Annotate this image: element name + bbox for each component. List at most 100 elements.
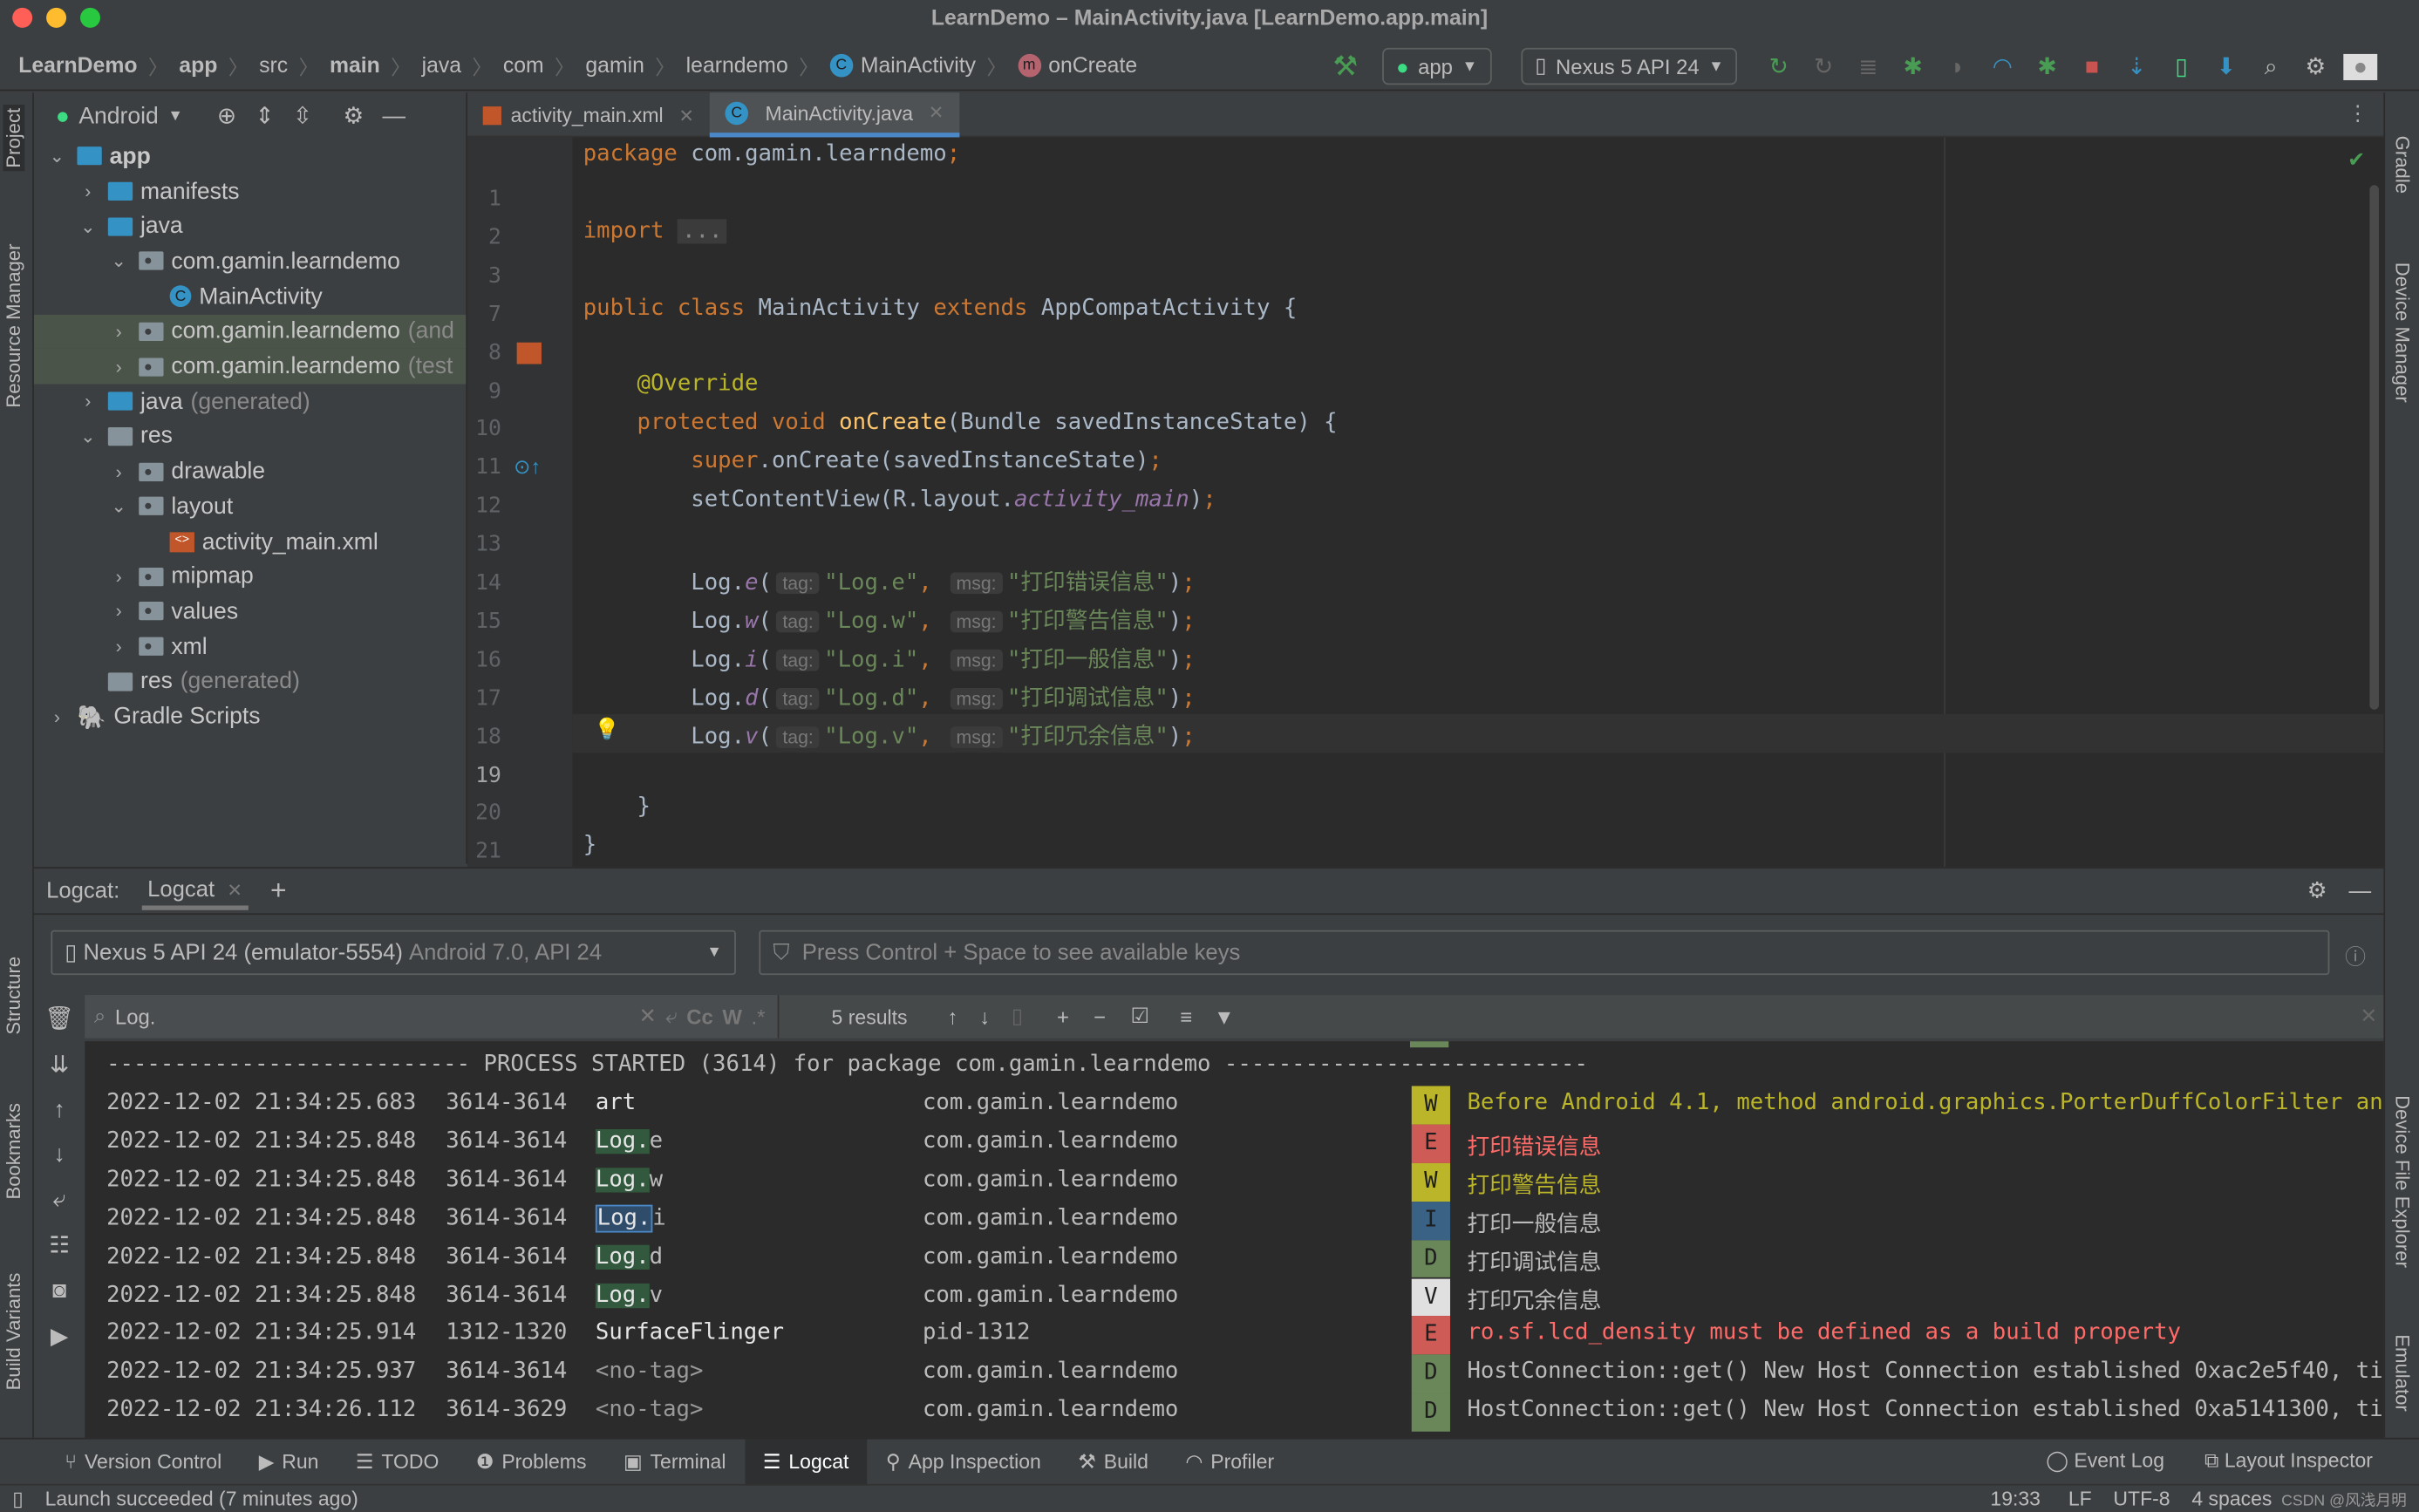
remove-occurrence-icon[interactable]: −: [1094, 1005, 1106, 1029]
code-line[interactable]: Log.e(tag: "Log.e", msg: "打印错误信息");: [583, 564, 1195, 596]
new-line-icon[interactable]: ⤶: [665, 1005, 677, 1029]
tree-item[interactable]: ⌄ com.gamin.learndemo: [34, 244, 466, 279]
log-row[interactable]: 2022-12-02 21:34:25.848 3614-3614 Log.d com…: [85, 1239, 2383, 1278]
chevron-down-icon[interactable]: ⌄: [108, 250, 130, 272]
tool-window-button[interactable]: ▶ Run: [240, 1439, 337, 1485]
chevron-right-icon[interactable]: ›: [77, 391, 99, 412]
log-row[interactable]: 2022-12-02 21:34:25.848 3614-3614 Log. i com…: [85, 1201, 2383, 1240]
breadcrumb-item[interactable]: src: [259, 52, 288, 77]
breadcrumb-item[interactable]: com: [503, 52, 544, 77]
apply-code-changes-icon[interactable]: ↻: [1807, 52, 1841, 80]
words-icon[interactable]: W: [722, 1005, 742, 1029]
coverage-icon[interactable]: ◗: [1941, 53, 1975, 79]
help-icon[interactable]: ⓘ: [2345, 939, 2366, 970]
code-line[interactable]: Log.v(tag: "Log.v", msg: "打印冗余信息");: [583, 719, 1195, 751]
override-marker-icon[interactable]: ⊙↑: [514, 455, 541, 480]
settings-icon[interactable]: ⚙: [2307, 879, 2327, 903]
screenshot-icon[interactable]: ◙: [52, 1277, 66, 1304]
sdk-manager-icon[interactable]: ⬇: [2209, 52, 2243, 80]
device-manager-icon[interactable]: ▯: [2164, 52, 2198, 80]
line-separator[interactable]: LF: [2068, 1487, 2092, 1510]
hide-panel-icon[interactable]: —: [2349, 879, 2372, 903]
chevron-down-icon[interactable]: ⌄: [46, 146, 68, 167]
tree-item[interactable]: res (generated): [34, 664, 466, 699]
tree-item[interactable]: › mipmap: [34, 559, 466, 594]
match-case-icon[interactable]: Cc: [686, 1005, 713, 1029]
code-line[interactable]: @Override: [583, 372, 758, 397]
previous-occurrence-icon[interactable]: ↑: [53, 1097, 65, 1123]
device-select[interactable]: ▯ Nexus 5 API 24 (emulator-5554) Android…: [51, 930, 736, 976]
minimize-window-button[interactable]: [46, 7, 67, 28]
logcat-search-input[interactable]: ⌕ Log. ✕ ⤶ Cc W .*: [85, 995, 780, 1039]
chevron-down-icon[interactable]: ⌄: [108, 495, 130, 517]
tree-item[interactable]: ⌄ res: [34, 419, 466, 453]
tool-window-button[interactable]: ◠ Profiler: [1167, 1439, 1292, 1485]
clear-logcat-icon[interactable]: 🗑: [44, 1005, 74, 1032]
gradle-tool-tab[interactable]: Gradle: [2391, 136, 2413, 194]
scroll-to-end-icon[interactable]: ⇊: [50, 1051, 69, 1079]
log-row[interactable]: 2022-12-02 21:34:25.848 3614-3614 Log.w com…: [85, 1162, 2383, 1202]
tree-item[interactable]: › com.gamin.learndemo (and: [33, 314, 467, 350]
tool-window-button[interactable]: ⚲ App Inspection: [868, 1439, 1060, 1485]
editor-tab[interactable]: C MainActivity.java ✕: [709, 92, 960, 138]
attach-debugger-icon[interactable]: ✱: [2030, 52, 2064, 80]
project-tool-tab[interactable]: Project: [3, 105, 25, 172]
code-line[interactable]: public class MainActivity extends AppCom…: [583, 296, 1298, 320]
screen-record-icon[interactable]: ▶: [51, 1322, 68, 1350]
breadcrumb-item[interactable]: main: [330, 52, 380, 77]
select-all-occurrences-icon[interactable]: ☑: [1131, 1005, 1149, 1029]
code-line[interactable]: super.onCreate(savedInstanceState);: [583, 449, 1162, 473]
close-window-button[interactable]: [12, 7, 33, 28]
indent-setting[interactable]: 4 spaces: [2191, 1487, 2272, 1510]
code-line[interactable]: setContentView(R.layout.activity_main);: [583, 487, 1216, 512]
tree-item[interactable]: ⌄ java: [34, 209, 466, 244]
chevron-down-icon[interactable]: ⌄: [77, 426, 99, 447]
code-line[interactable]: import ...: [583, 218, 727, 244]
code-line[interactable]: Log.i(tag: "Log.i", msg: "打印一般信息");: [583, 641, 1195, 673]
breadcrumb-item[interactable]: C MainActivity: [829, 52, 976, 77]
bookmarks-tool-tab[interactable]: Bookmarks: [3, 1103, 25, 1200]
emulator-tool-tab[interactable]: Emulator: [2391, 1334, 2413, 1412]
code-line[interactable]: package com.gamin.learndemo;: [583, 142, 960, 167]
log-row[interactable]: 2022-12-02 21:34:26.112 3614-3629 <no-tag>…: [85, 1393, 2383, 1432]
file-encoding[interactable]: UTF-8: [2113, 1487, 2170, 1510]
breadcrumb-item[interactable]: java: [422, 52, 461, 77]
code-line[interactable]: }: [583, 795, 650, 820]
run-config-select[interactable]: ● app ▼: [1382, 47, 1492, 85]
tree-item[interactable]: C MainActivity: [34, 279, 466, 314]
tree-item[interactable]: › values: [34, 594, 466, 629]
chevron-down-icon[interactable]: ⌄: [77, 215, 99, 237]
close-search-icon[interactable]: ✕: [2360, 1005, 2377, 1029]
debug-icon[interactable]: ✱: [1896, 52, 1930, 80]
project-view-select[interactable]: ● Android ▼: [56, 103, 183, 129]
chevron-right-icon[interactable]: ›: [108, 601, 130, 623]
tool-window-button[interactable]: ⚒ Build: [1060, 1439, 1167, 1485]
apply-changes-icon[interactable]: ↻: [1761, 52, 1796, 80]
add-occurrence-icon[interactable]: +: [1057, 1005, 1069, 1029]
tool-window-button[interactable]: ❶ Problems: [458, 1439, 605, 1485]
next-occurrence-icon[interactable]: ↓: [53, 1141, 65, 1168]
chevron-right-icon[interactable]: ›: [108, 356, 130, 378]
logcat-format-icon[interactable]: ☷: [49, 1231, 70, 1259]
close-icon[interactable]: ✕: [929, 102, 944, 124]
logcat-output[interactable]: --------------------------- PROCESS STAR…: [85, 1041, 2384, 1440]
maximize-window-button[interactable]: [79, 7, 100, 28]
expand-all-icon[interactable]: ⇕: [255, 102, 274, 130]
chevron-right-icon[interactable]: ›: [46, 705, 68, 727]
search-icon[interactable]: ⌕: [2254, 53, 2288, 79]
log-row[interactable]: 2022-12-02 21:34:25.848 3614-3614 Log.e com…: [85, 1124, 2383, 1163]
chevron-right-icon[interactable]: ›: [108, 636, 130, 657]
toggle-tool-windows-icon[interactable]: ▯: [12, 1487, 24, 1511]
clear-search-icon[interactable]: ✕: [639, 1005, 657, 1029]
code-line[interactable]: Log.d(tag: "Log.d", msg: "打印调试信息");: [583, 679, 1195, 712]
stop-icon[interactable]: ■: [2075, 53, 2109, 79]
log-row[interactable]: 2022-12-02 21:34:25.914 1312-1320 SurfaceF…: [85, 1316, 2383, 1355]
resource-manager-tool-tab[interactable]: Resource Manager: [3, 244, 25, 408]
breadcrumb-item[interactable]: m onCreate: [1017, 52, 1137, 77]
settings-icon[interactable]: ⚙: [343, 102, 364, 130]
tree-item[interactable]: › 🐘 Gradle Scripts: [34, 699, 466, 734]
device-select[interactable]: ▯ Nexus 5 API 24 ▼: [1521, 47, 1738, 85]
tool-window-button[interactable]: ☰ TODO: [337, 1439, 458, 1485]
log-row[interactable]: 2022-12-02 21:34:25.848 3614-3614 Log.v com…: [85, 1277, 2383, 1317]
log-row[interactable]: 2022-12-02 21:34:25.937 3614-3614 <no-tag>…: [85, 1354, 2383, 1393]
